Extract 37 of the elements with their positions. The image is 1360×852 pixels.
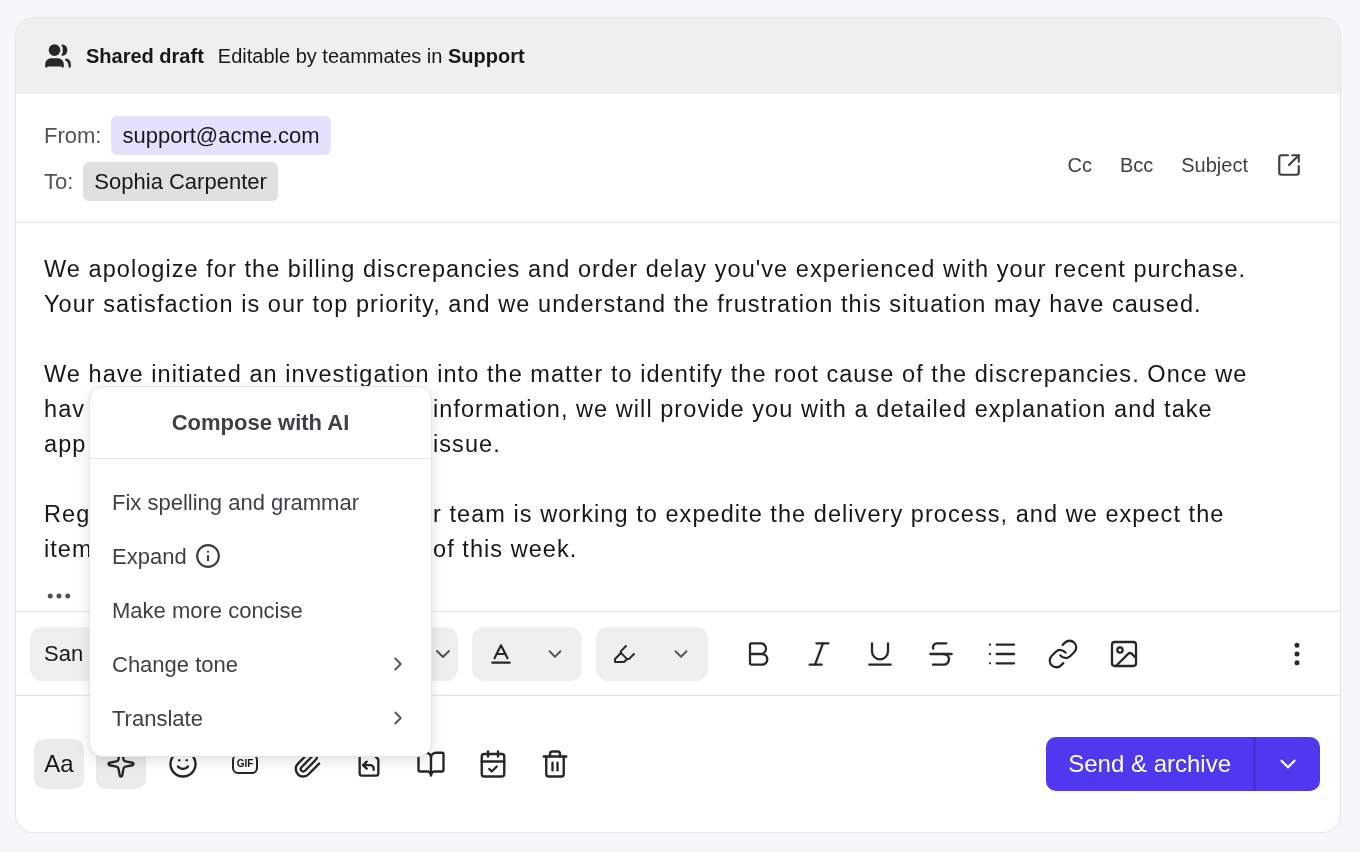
body-text: of this week. (433, 534, 578, 564)
sender-chip[interactable]: support@acme.com (111, 116, 331, 155)
body-text: Your satisfaction is our top priority, and we understand the frustration this situation may have caused. (44, 289, 1202, 319)
body-text: hav (44, 394, 86, 424)
menu-item[interactable]: Expand (90, 529, 431, 583)
pop-out-icon[interactable] (1276, 152, 1302, 178)
link-icon[interactable] (1047, 637, 1079, 670)
people-icon (44, 42, 72, 70)
body-text: item (44, 534, 93, 564)
banner-title: Shared draft (86, 44, 204, 69)
banner-subtitle: Editable by teammates in Support (217, 44, 525, 69)
body-text: We have initiated an investigation into the matter to identify the root cause of the discrepancies. Once we (44, 359, 1248, 389)
text-format-button[interactable]: Aa (34, 739, 84, 789)
body-text: We apologize for the billing discrepancies and order delay you've experienced with your recent purchase. (44, 254, 1247, 284)
menu-item[interactable]: Fix spelling and grammar (90, 475, 431, 529)
to-label: To: (44, 168, 74, 196)
body-text: issue. (433, 429, 501, 459)
chevron-down-icon (436, 649, 450, 658)
info-icon (194, 543, 221, 569)
menu-item[interactable]: Change tone (90, 637, 431, 691)
body-text: Reg (44, 499, 91, 529)
from-label: From: (44, 122, 102, 150)
recipient-chip[interactable]: Sophia Carpenter (83, 162, 278, 201)
body-text: r team is working to expedite the delivery process, and we expect the (433, 499, 1225, 529)
recipient-field-link[interactable]: Bcc (1119, 150, 1154, 180)
calendar-check-icon (478, 749, 508, 779)
recipient-field-link[interactable]: Subject (1181, 150, 1248, 180)
text-color-select[interactable] (472, 626, 582, 681)
body-text: information, we will provide you with a detailed explanation and take (433, 394, 1213, 424)
trash-icon (540, 749, 570, 779)
send-archive-button[interactable]: Send & archive (1046, 737, 1256, 791)
menu-item[interactable]: Make more concise (90, 583, 431, 637)
recipient-field-link[interactable]: Cc (1067, 150, 1092, 180)
body-text: app (44, 429, 87, 459)
menu-item[interactable]: Translate (90, 691, 431, 745)
highlight-select[interactable] (596, 626, 708, 681)
menu-title: Compose with AI (90, 387, 431, 459)
